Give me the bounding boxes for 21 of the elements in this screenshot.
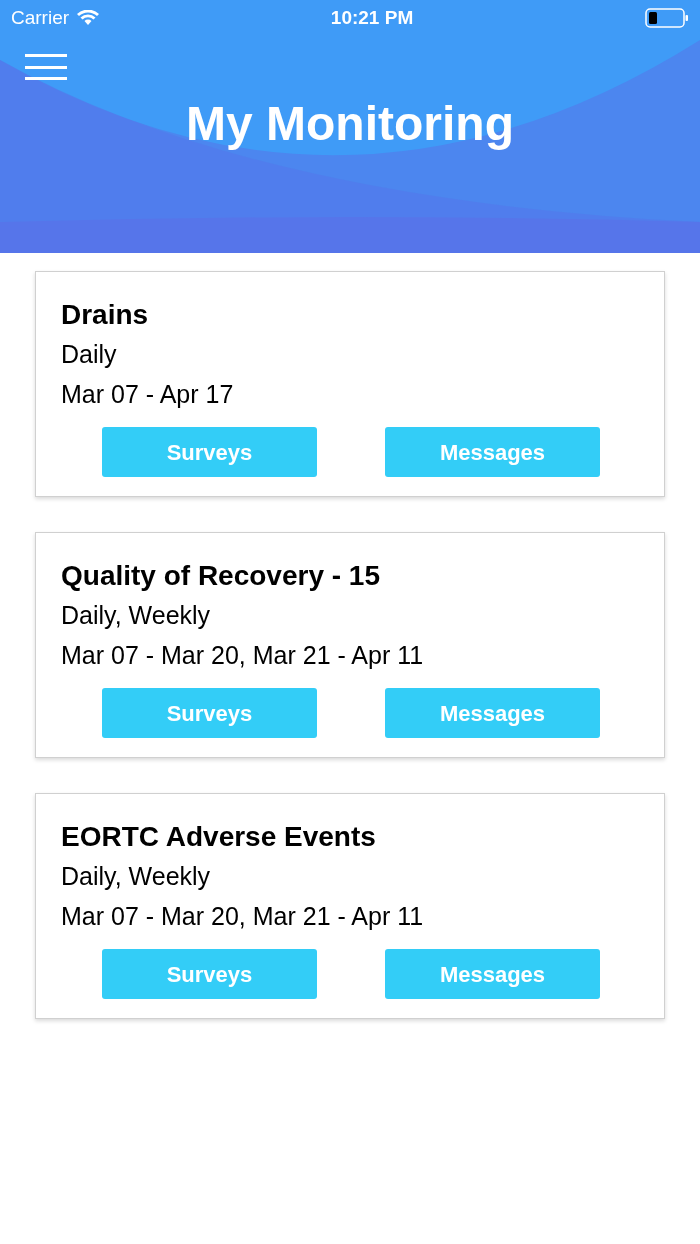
card-frequency: Daily, Weekly [61, 600, 212, 631]
menu-button[interactable] [25, 54, 67, 80]
surveys-button[interactable]: Surveys [102, 949, 317, 999]
card-title: EORTC Adverse Events [61, 820, 377, 854]
page-title: My Monitoring [185, 100, 515, 148]
card-frequency: Daily, Weekly [61, 861, 212, 892]
wifi-icon [77, 10, 100, 26]
status-time: 10:21 PM [330, 5, 414, 30]
card-dates: Mar 07 - Apr 17 [61, 379, 235, 410]
card-frequency: Daily [61, 339, 118, 370]
card-dates: Mar 07 - Mar 20, Mar 21 - Apr 11 [61, 901, 425, 932]
card-dates: Mar 07 - Mar 20, Mar 21 - Apr 11 [61, 640, 425, 671]
messages-button[interactable]: Messages [385, 688, 600, 738]
battery-icon [645, 8, 689, 28]
surveys-button[interactable]: Surveys [102, 427, 317, 477]
carrier-label: Carrier [11, 5, 70, 30]
card-title: Quality of Recovery - 15 [61, 559, 381, 593]
card-title: Drains [61, 298, 150, 332]
messages-button[interactable]: Messages [385, 427, 600, 477]
surveys-button[interactable]: Surveys [102, 688, 317, 738]
messages-button[interactable]: Messages [385, 949, 600, 999]
